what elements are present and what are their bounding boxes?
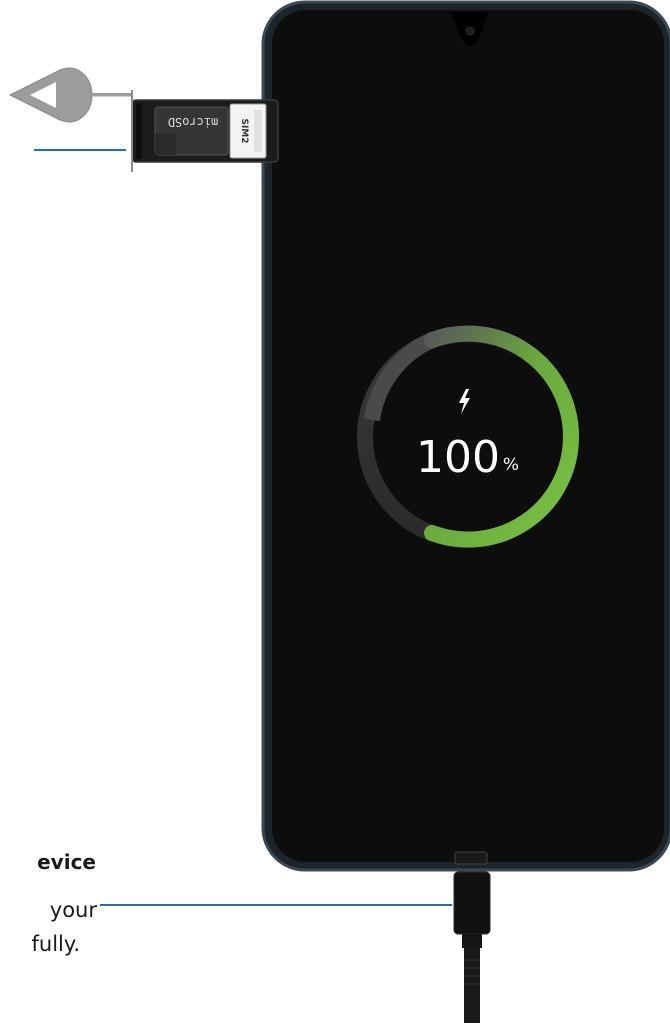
- battery-percent-unit: %: [503, 455, 519, 475]
- callout-text-line-1: your: [49, 898, 97, 922]
- usb-cord: [464, 948, 480, 1023]
- front-camera-icon: [465, 26, 475, 36]
- usb-strain-relief: [462, 934, 482, 948]
- usb-port: [454, 851, 488, 865]
- usb-plug: [453, 871, 491, 935]
- ejector-pin-icon: [8, 67, 132, 123]
- microsd-label: microSD: [168, 115, 219, 129]
- sim-label: SIM2: [239, 118, 249, 143]
- diagram-canvas: 100 % microSD SIM2: [8, 0, 670, 1023]
- callout-text-line-2: fully.: [31, 932, 80, 956]
- sim-tray: microSD SIM2: [131, 99, 279, 163]
- usb-cable: [453, 871, 491, 1023]
- battery-percent-value: 100: [416, 432, 500, 483]
- sim-tray-handle: [136, 103, 142, 159]
- device-diagram: 100 % microSD SIM2 evice your fully.: [0, 0, 670, 1023]
- microsd-card-notch: [155, 134, 176, 155]
- sim-card-edge: [254, 110, 262, 152]
- callout-heading: evice: [37, 850, 96, 874]
